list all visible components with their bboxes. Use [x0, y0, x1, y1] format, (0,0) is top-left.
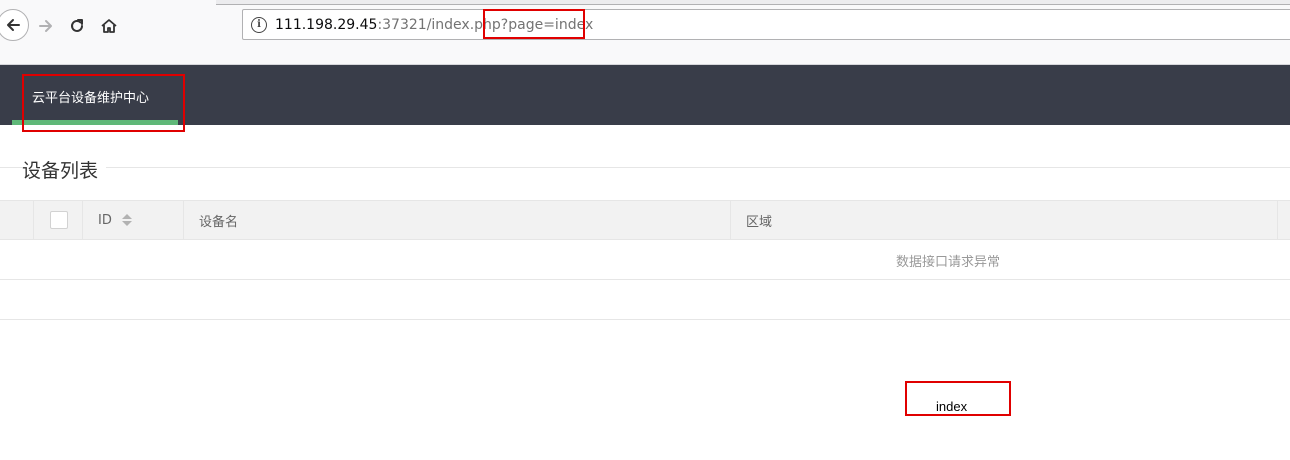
page-title: 设备列表	[22, 156, 107, 183]
arrow-left-icon	[7, 19, 20, 31]
url-path: :37321/index.php?page=index	[377, 16, 594, 33]
nav-tab-home[interactable]: 云平台设备维护中心	[12, 65, 178, 125]
app-header: 云平台设备维护中心	[0, 65, 1290, 125]
column-label-area: 区域	[746, 214, 773, 230]
index-text: index	[936, 399, 968, 414]
table-header: ID 设备名 区域	[0, 200, 1290, 240]
column-header-area: 区域	[730, 201, 1278, 239]
arrow-right-icon	[39, 20, 52, 32]
nav-tab-label: 云平台设备维护中心	[32, 91, 150, 106]
column-header-name: 设备名	[183, 201, 731, 239]
title-divider	[0, 167, 1290, 168]
select-all-cell	[33, 201, 83, 239]
sort-icon[interactable]	[121, 214, 132, 226]
reload-icon	[71, 19, 83, 32]
select-all-checkbox[interactable]	[49, 211, 68, 229]
table-row	[0, 280, 1290, 320]
url-host: 111.198.29.45	[275, 16, 378, 33]
reload-button[interactable]	[61, 10, 93, 42]
nav-tab-active-indicator	[12, 120, 178, 125]
column-header-end	[1277, 201, 1290, 239]
tab-strip-edge	[216, 0, 1290, 5]
column-label-id: ID	[98, 212, 112, 228]
address-bar[interactable]: i 111.198.29.45:37321/index.php?page=ind…	[242, 9, 1290, 40]
column-header-id[interactable]: ID	[82, 201, 184, 239]
column-label-name: 设备名	[199, 214, 239, 230]
browser-toolbar: i 111.198.29.45:37321/index.php?page=ind…	[0, 0, 1290, 65]
home-button[interactable]	[93, 10, 125, 42]
back-button[interactable]	[0, 9, 29, 41]
info-icon[interactable]: i	[251, 16, 267, 33]
table-row: 数据接口请求异常	[0, 240, 1290, 280]
forward-button[interactable]	[30, 10, 62, 42]
empty-message: 数据接口请求异常	[896, 255, 1001, 270]
home-icon	[101, 19, 117, 33]
